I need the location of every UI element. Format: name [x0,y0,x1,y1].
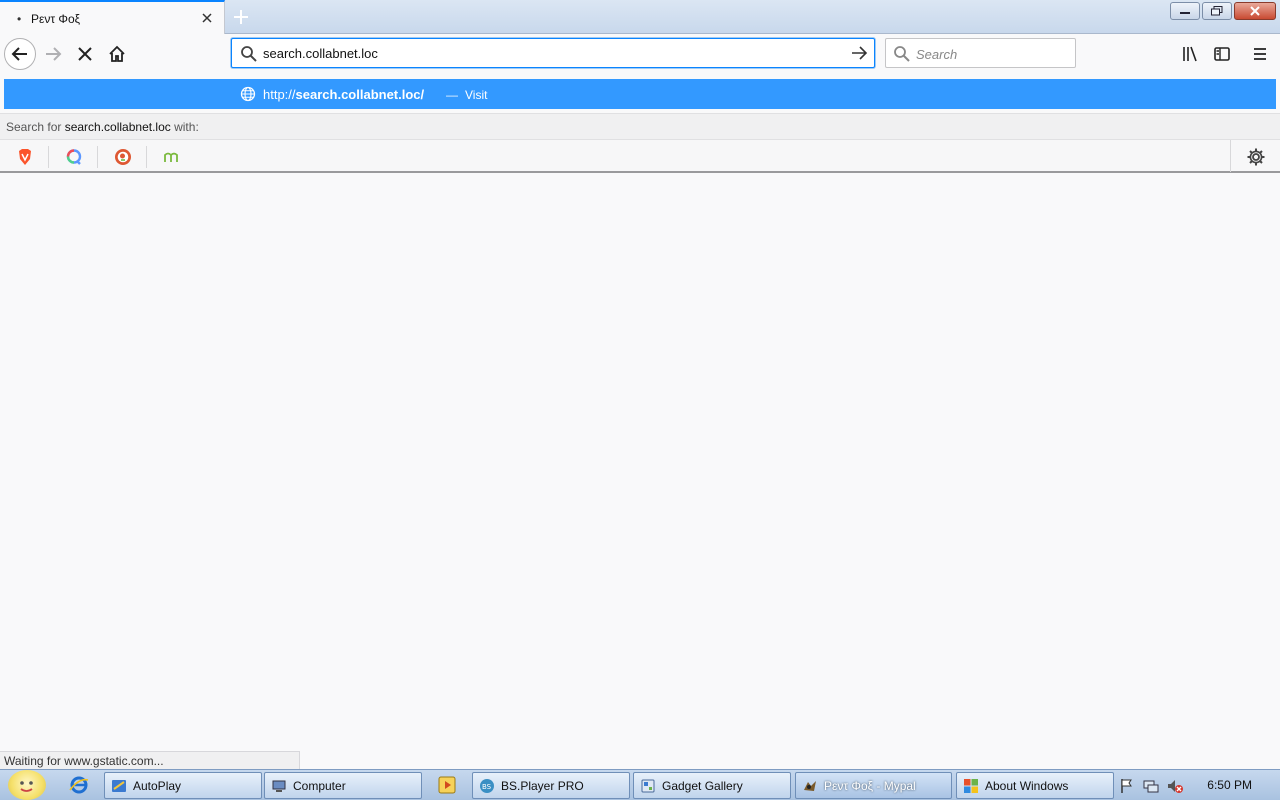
suggestion-action: Visit [465,88,488,102]
arrow-right-icon [46,47,62,61]
taskbar-item-label: Ρεντ Φοξ - Mypal [824,778,916,793]
duckduckgo-icon [115,149,131,165]
action-center-flag-icon[interactable] [1118,777,1136,795]
system-tray [1118,772,1280,799]
taskbar-item-computer[interactable]: Computer [264,772,422,799]
taskbar-item-label: AutoPlay [133,778,182,793]
taskbar-item-bsplayer[interactable]: BS BS.Player PRO [472,772,630,799]
internet-explorer-launcher[interactable] [68,774,90,796]
globe-icon [240,86,256,105]
home-button[interactable] [101,38,133,70]
suggestion-url: http://search.collabnet.loc/ [263,87,424,102]
taskbar-clock[interactable]: 6:50 PM [1207,778,1252,792]
library-button[interactable] [1174,38,1206,70]
tab-active[interactable]: • Ρεντ Φοξ [0,0,225,34]
engine-divider [48,146,49,168]
suggestion-url-prefix: http:// [263,87,296,102]
minimize-button[interactable] [1170,2,1200,20]
duckduckgo-engine-button[interactable] [112,146,134,168]
menu-button[interactable] [1244,38,1276,70]
taskbar-item-label: Gadget Gallery [662,778,743,793]
computer-icon [272,780,286,792]
tab-close-icon[interactable] [199,10,215,26]
taskbar-item-label: Computer [293,778,346,793]
sidebar-icon [1214,47,1230,61]
brave-engine-button[interactable] [14,146,36,168]
url-input[interactable] [263,44,843,62]
library-icon [1183,46,1197,62]
window-close-button[interactable] [1234,2,1276,20]
taskbar-item-mypal[interactable]: Ρεντ Φοξ - Mypal [795,772,952,799]
arrow-left-icon [11,47,27,61]
engine-divider [97,146,98,168]
restore-icon [1211,6,1223,16]
go-arrow-icon[interactable] [850,44,868,65]
search-icon [893,45,910,65]
gear-icon [1247,148,1265,166]
suggestion-separator: — [446,88,458,102]
start-button[interactable] [8,770,46,800]
mypal-icon [804,780,816,791]
home-icon [109,45,125,62]
url-suggestion-row[interactable]: http://search.collabnet.loc/ — Visit [4,79,1276,109]
taskbar-item-label: About Windows [985,778,1069,793]
network-icon[interactable] [1142,777,1160,795]
qwant-engine-button[interactable] [63,146,85,168]
suggestion-url-host: search.collabnet.loc/ [295,87,425,102]
minimize-icon [1180,12,1190,14]
url-bar[interactable] [231,38,875,68]
svg-text:BS: BS [482,783,492,791]
one-off-prefix: Search for [6,120,65,134]
one-off-term: search.collabnet.loc [64,120,171,134]
search-input[interactable] [916,45,1066,63]
taskbar-item-label: BS.Player PRO [501,778,584,793]
one-off-search-label: Search for search.collabnet.loc with: [0,113,1280,139]
back-button[interactable] [4,38,36,70]
new-tab-button[interactable] [230,6,252,28]
sidebar-button[interactable] [1206,38,1238,70]
mojeek-engine-button[interactable] [161,146,183,168]
mojeek-icon [164,152,178,162]
stop-icon [78,47,92,61]
brave-icon [19,149,31,165]
taskbar-item-autoplay[interactable]: AutoPlay [104,772,262,799]
media-launcher[interactable] [436,774,458,796]
tab-strip: • Ρεντ Φοξ [0,0,1280,34]
taskbar-item-gadget-gallery[interactable]: Gadget Gallery [633,772,791,799]
forward-button[interactable] [37,38,69,70]
close-icon [1250,6,1260,16]
one-off-engines-bar [0,139,1280,173]
taskbar-item-about-windows[interactable]: About Windows [956,772,1114,799]
one-off-suffix: with: [170,120,199,134]
volume-muted-icon[interactable] [1166,777,1184,795]
restore-button[interactable] [1202,2,1232,20]
windows-icon [964,778,978,793]
hamburger-menu-icon [1254,48,1266,60]
window-controls [1170,2,1276,20]
engine-divider [146,146,147,168]
bsplayer-icon: BS [480,778,494,793]
smiley-start-icon [20,781,33,792]
search-bar[interactable] [885,38,1076,68]
page-content [0,173,1280,769]
internet-explorer-icon [69,776,89,794]
tab-loading-indicator: • [17,12,22,26]
stop-button[interactable] [69,38,101,70]
search-settings-button[interactable] [1246,147,1266,167]
status-panel: Waiting for www.gstatic.com... [0,751,300,770]
navigation-toolbar [0,34,1280,76]
autoplay-icon [112,779,126,792]
media-player-icon [438,776,456,794]
tab-title: Ρεντ Φοξ [31,12,81,26]
qwant-icon [66,149,82,165]
search-icon [240,45,257,65]
taskbar: AutoPlay Computer BS BS.Player PRO Gadge… [0,769,1280,800]
gadget-gallery-icon [641,779,655,792]
engine-divider [1230,140,1231,172]
